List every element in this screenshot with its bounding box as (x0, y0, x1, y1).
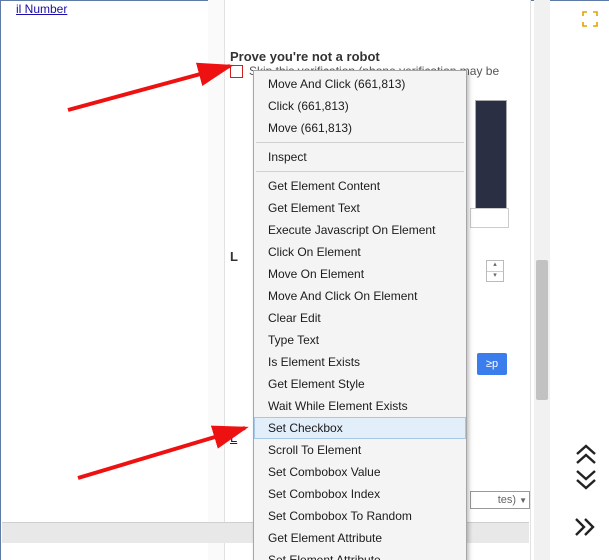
context-menu-item[interactable]: Wait While Element Exists (254, 395, 466, 417)
context-menu-item[interactable]: Set Combobox To Random (254, 505, 466, 527)
inline-link[interactable]: L (230, 430, 237, 445)
captcha-image (475, 100, 507, 212)
chevron-down-icon: ▼ (519, 496, 527, 505)
context-menu-item[interactable]: Set Element Attribute (254, 549, 466, 560)
context-menu-item[interactable]: Get Element Style (254, 373, 466, 395)
vertical-scrollbar[interactable] (534, 0, 550, 560)
context-menu-item[interactable]: Move On Element (254, 263, 466, 285)
number-spinner[interactable]: ▴ ▾ (486, 260, 504, 282)
context-menu-separator (256, 142, 464, 143)
expand-button[interactable] (581, 10, 599, 28)
scrollbar-thumb[interactable] (536, 260, 548, 400)
context-menu-item[interactable]: Clear Edit (254, 307, 466, 329)
scroll-down-button[interactable] (571, 468, 601, 493)
context-menu-item[interactable]: Move And Click (661,813) (254, 73, 466, 95)
expand-right-button[interactable] (573, 516, 599, 541)
captcha-input-fragment[interactable] (470, 208, 509, 228)
context-menu-item[interactable]: Set Checkbox (254, 417, 466, 439)
context-menu-item[interactable]: Set Combobox Value (254, 461, 466, 483)
context-menu: Move And Click (661,813)Click (661,813)M… (253, 70, 467, 560)
context-menu-item[interactable]: Get Element Content (254, 175, 466, 197)
context-menu-item[interactable]: Click On Element (254, 241, 466, 263)
spinner-up-icon[interactable]: ▴ (487, 261, 503, 272)
section-label: L (230, 249, 238, 264)
chevron-double-right-icon (573, 516, 599, 538)
context-menu-item[interactable]: Click (661,813) (254, 95, 466, 117)
prove-label: Prove you're not a robot (230, 49, 380, 64)
context-menu-item[interactable]: Execute Javascript On Element (254, 219, 466, 241)
context-menu-item[interactable]: Scroll To Element (254, 439, 466, 461)
context-menu-item[interactable]: Get Element Text (254, 197, 466, 219)
context-menu-item[interactable]: Get Element Attribute (254, 527, 466, 549)
left-gutter (208, 0, 225, 560)
context-menu-item[interactable]: Inspect (254, 146, 466, 168)
chevron-double-down-icon (573, 468, 599, 490)
chevron-double-up-icon (573, 444, 599, 466)
top-link[interactable]: il Number (16, 2, 67, 16)
context-menu-item[interactable]: Move And Click On Element (254, 285, 466, 307)
next-step-button[interactable]: ≥p (477, 353, 507, 375)
scroll-up-button[interactable] (571, 444, 601, 469)
expand-icon (581, 10, 599, 28)
spinner-down-icon[interactable]: ▾ (487, 272, 503, 282)
context-menu-item[interactable]: Move (661,813) (254, 117, 466, 139)
context-menu-separator (256, 171, 464, 172)
language-dropdown[interactable]: tes) ▼ (470, 491, 530, 509)
context-menu-item[interactable]: Set Combobox Index (254, 483, 466, 505)
context-menu-item[interactable]: Is Element Exists (254, 351, 466, 373)
context-menu-item[interactable]: Type Text (254, 329, 466, 351)
dropdown-value: tes) (498, 494, 516, 506)
skip-verification-checkbox[interactable] (230, 65, 243, 78)
